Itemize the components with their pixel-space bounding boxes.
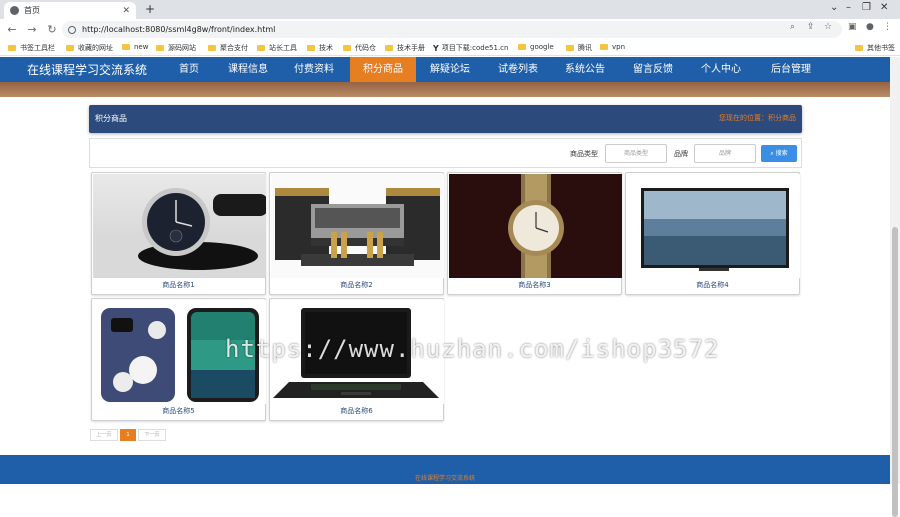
bookmark-item[interactable]: google xyxy=(518,43,554,51)
product-image-gold-watch[interactable] xyxy=(449,174,622,278)
search-panel: 商品类型 商品类型 品牌 品牌 ⌕ 搜索 xyxy=(89,138,802,168)
nav-forum[interactable]: 解疑论坛 xyxy=(424,57,476,82)
folder-icon xyxy=(257,45,265,51)
folder-icon xyxy=(385,45,393,51)
nav-paid-materials[interactable]: 付费资料 xyxy=(288,57,340,82)
bookmark-item[interactable]: new xyxy=(122,43,148,51)
search-button[interactable]: ⌕ 搜索 xyxy=(761,145,797,162)
site-name: 在线课程学习交流系统 xyxy=(27,63,148,77)
page-button-current[interactable]: 1 xyxy=(120,429,136,441)
bookmark-item[interactable]: 代码仓 xyxy=(343,43,376,53)
back-icon[interactable]: ← xyxy=(4,23,20,36)
folder-icon xyxy=(855,45,863,51)
bookmark-item[interactable]: 源码网站 xyxy=(156,43,196,53)
section-header: 积分商品 您现在的位置：积分商品 xyxy=(89,105,802,133)
globe-icon xyxy=(10,6,19,15)
url-text: http://localhost:8080/ssml4g8w/front/ind… xyxy=(82,25,276,34)
reload-icon[interactable]: ↻ xyxy=(44,23,60,36)
nav-admin[interactable]: 后台管理 xyxy=(765,57,817,82)
nav-announcements[interactable]: 系统公告 xyxy=(559,57,611,82)
breadcrumb: 您现在的位置：积分商品 xyxy=(719,114,796,122)
browser-tab[interactable]: 首页 ✕ xyxy=(4,2,136,19)
close-window-icon[interactable]: ✕ xyxy=(880,2,888,13)
product-card[interactable]: 商品名称2 xyxy=(269,172,444,295)
brand-label: 品牌 xyxy=(674,150,688,158)
minimize-icon[interactable]: – xyxy=(846,2,851,13)
page-scrollbar[interactable] xyxy=(890,57,900,517)
chevron-down-icon[interactable]: ⌄ xyxy=(830,2,838,13)
bookmark-item[interactable]: 站长工具 xyxy=(257,43,297,53)
nav-exams[interactable]: 试卷列表 xyxy=(492,57,544,82)
bookmark-item[interactable]: 书签工具栏 xyxy=(8,43,55,53)
bookmark-item[interactable]: 收藏的网址 xyxy=(66,43,113,53)
site-footer: 在线课程学习交流系统 xyxy=(0,455,890,484)
bookmark-item[interactable]: Y 项目下载:code51.cn xyxy=(433,43,508,53)
sidepanel-icon[interactable]: ▣ xyxy=(848,22,857,32)
nav-course-info[interactable]: 课程信息 xyxy=(222,57,274,82)
product-image-audio[interactable] xyxy=(271,174,444,278)
folder-icon xyxy=(343,45,351,51)
product-name[interactable]: 商品名称3 xyxy=(448,280,621,290)
product-image-watch[interactable] xyxy=(93,174,266,278)
type-input[interactable]: 商品类型 xyxy=(605,144,667,163)
site-nav: 在线课程学习交流系统 首页 课程信息 付费资料 积分商品 解疑论坛 试卷列表 系… xyxy=(0,57,890,82)
product-name[interactable]: 商品名称4 xyxy=(626,280,799,290)
product-name[interactable]: 商品名称1 xyxy=(92,280,265,290)
next-page-button[interactable]: 下一页 xyxy=(138,429,166,441)
type-label: 商品类型 xyxy=(570,150,598,158)
new-tab-icon[interactable]: + xyxy=(145,2,155,16)
folder-icon xyxy=(8,45,16,51)
restore-icon[interactable]: ❐ xyxy=(862,2,871,13)
share-icon[interactable]: ⇪ xyxy=(807,22,815,32)
close-icon[interactable]: ✕ xyxy=(122,6,130,16)
folder-icon xyxy=(208,45,216,51)
bookmark-item[interactable]: 腾讯 xyxy=(566,43,592,53)
y-logo-icon: Y xyxy=(433,43,439,53)
nav-feedback[interactable]: 留言反馈 xyxy=(627,57,679,82)
folder-icon xyxy=(156,45,164,51)
nav-points-goods[interactable]: 积分商品 xyxy=(350,57,416,82)
browser-tabstrip: 首页 ✕ + ⌄ – ❐ ✕ xyxy=(0,0,900,19)
star-icon[interactable]: ☆ xyxy=(824,22,832,32)
bookmarks-bar: 书签工具栏 收藏的网址 new 源码网站 聚合支付 站长工具 技术 代码仓 技术… xyxy=(0,40,900,56)
footer-text: 在线课程学习交流系统 xyxy=(414,475,475,482)
nav-home[interactable]: 首页 xyxy=(168,57,210,82)
scrollbar-thumb[interactable] xyxy=(892,227,898,517)
zoom-icon[interactable]: ⌕ xyxy=(790,22,795,32)
prev-page-button[interactable]: 上一页 xyxy=(90,429,118,441)
bookmark-item[interactable]: vpn xyxy=(600,43,625,51)
brand-input[interactable]: 品牌 xyxy=(694,144,756,163)
nav-profile[interactable]: 个人中心 xyxy=(695,57,747,82)
info-icon[interactable] xyxy=(68,25,76,34)
bookmark-item[interactable]: 技术手册 xyxy=(385,43,425,53)
folder-icon xyxy=(122,44,130,50)
tab-title: 首页 xyxy=(24,6,40,15)
product-card[interactable]: 商品名称1 xyxy=(91,172,266,295)
product-name[interactable]: 商品名称6 xyxy=(270,406,443,416)
forward-icon[interactable]: → xyxy=(24,23,40,36)
bookmark-item[interactable]: 聚合支付 xyxy=(208,43,248,53)
folder-icon xyxy=(566,45,574,51)
product-name[interactable]: 商品名称2 xyxy=(270,280,443,290)
bookmark-item[interactable]: 其他书签 xyxy=(855,43,895,53)
address-bar[interactable]: http://localhost:8080/ssml4g8w/front/ind… xyxy=(62,21,842,38)
watermark: https://www.huzhan.com/ishop3572 xyxy=(225,335,720,363)
product-card[interactable]: 商品名称3 xyxy=(447,172,622,295)
folder-icon xyxy=(66,45,74,51)
product-image-tv[interactable] xyxy=(627,174,800,278)
bookmark-item[interactable]: 技术 xyxy=(307,43,333,53)
browser-toolbar: ← → ↻ http://localhost:8080/ssml4g8w/fro… xyxy=(0,19,900,40)
section-title: 积分商品 xyxy=(95,114,127,123)
profile-icon[interactable]: ● xyxy=(866,22,874,32)
product-name[interactable]: 商品名称5 xyxy=(92,406,265,416)
menu-icon[interactable]: ⋮ xyxy=(883,22,892,32)
folder-icon xyxy=(307,45,315,51)
folder-icon xyxy=(600,44,608,50)
product-card[interactable]: 商品名称4 xyxy=(625,172,800,295)
folder-icon xyxy=(518,44,526,50)
